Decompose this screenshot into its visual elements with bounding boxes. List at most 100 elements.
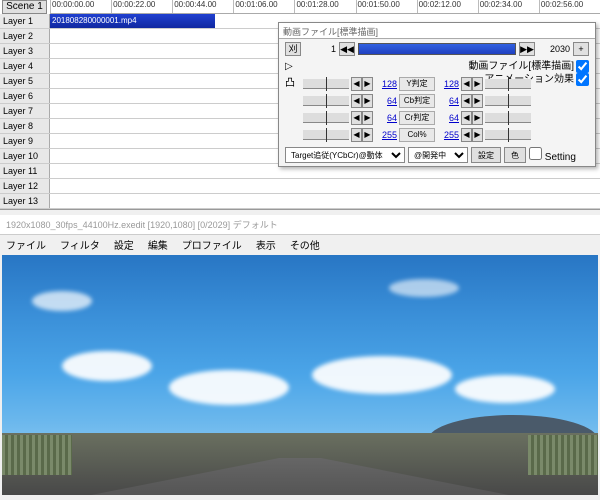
ruler-tick: 00:01:50.00	[356, 0, 417, 13]
param-slider[interactable]	[485, 113, 531, 123]
preview-menubar: ファイルフィルタ設定編集プロファイル表示その他	[0, 235, 600, 253]
param-label: Cb判定	[399, 94, 435, 108]
arrow-left-icon[interactable]: ◀	[351, 111, 362, 125]
layer-label[interactable]: Layer 1	[0, 14, 50, 28]
layer-label[interactable]: Layer 2	[0, 29, 50, 43]
menu-item[interactable]: その他	[290, 237, 320, 251]
layer-label[interactable]: Layer 11	[0, 164, 50, 178]
preview-viewport[interactable]	[2, 255, 598, 495]
cloud	[32, 291, 92, 311]
mode-select[interactable]: @開発中	[408, 147, 468, 163]
frame-index: 1	[304, 44, 336, 54]
arrow-right-icon[interactable]: ▶	[362, 94, 373, 108]
cloud	[62, 351, 152, 381]
arrow-right-icon[interactable]: ▶	[472, 77, 483, 91]
layer-label[interactable]: Layer 5	[0, 74, 50, 88]
param-value[interactable]: 64	[375, 96, 397, 106]
arrow-left-icon[interactable]: ◀	[461, 128, 472, 142]
param-label: Cr判定	[399, 111, 435, 125]
cloud	[455, 375, 555, 403]
param-label: Col%	[399, 128, 435, 142]
panel-title: 動画ファイル[標準描画]	[279, 23, 595, 39]
ruler-tick: 00:00:00.00	[50, 0, 111, 13]
ruler-tick: 00:02:56.00	[539, 0, 600, 13]
expand-icon[interactable]: ▷	[285, 61, 295, 72]
param-slider[interactable]	[485, 96, 531, 106]
check-video-file[interactable]: 動画ファイル[標準描画]	[285, 60, 589, 73]
param-slider[interactable]	[303, 96, 349, 106]
arrow-right-icon[interactable]: ▶	[472, 128, 483, 142]
cloud	[169, 370, 289, 405]
param-slider[interactable]	[303, 113, 349, 123]
arrow-left-icon[interactable]: ◀	[461, 77, 472, 91]
param-value[interactable]: 64	[375, 113, 397, 123]
param-slider[interactable]	[485, 130, 531, 140]
ruler-tick: 00:01:06.00	[233, 0, 294, 13]
arrow-right-icon[interactable]: ▶	[362, 77, 373, 91]
barrier	[2, 435, 72, 475]
ruler-tick: 00:02:12.00	[417, 0, 478, 13]
layer-label[interactable]: Layer 12	[0, 179, 50, 193]
menu-item[interactable]: フィルタ	[60, 237, 100, 251]
close-icon[interactable]: 刈	[285, 42, 301, 56]
param-slider[interactable]	[303, 79, 349, 89]
layer-label[interactable]: Layer 6	[0, 89, 50, 103]
param-value[interactable]: 255	[375, 130, 397, 140]
menu-item[interactable]: 編集	[148, 237, 168, 251]
param-value[interactable]: 128	[437, 79, 459, 89]
layer-track[interactable]	[50, 194, 600, 208]
cloud	[312, 356, 452, 394]
layer-track[interactable]	[50, 179, 600, 193]
param-value[interactable]: 64	[437, 96, 459, 106]
video-clip[interactable]: 201808280000001.mp4	[50, 14, 215, 28]
arrow-left-icon[interactable]: ◀	[461, 111, 472, 125]
rewind-icon[interactable]: ◀◀	[339, 42, 355, 56]
layer-label[interactable]: Layer 3	[0, 44, 50, 58]
arrow-right-icon[interactable]: ▶	[362, 111, 373, 125]
forward-icon[interactable]: ▶▶	[519, 42, 535, 56]
timeline-ruler[interactable]: 00:00:00.00 00:00:22.00 00:00:44.00 00:0…	[50, 0, 600, 14]
settings-button[interactable]: 設定	[471, 147, 501, 163]
menu-item[interactable]: 表示	[256, 237, 276, 251]
barrier	[528, 435, 598, 475]
arrow-left-icon[interactable]: ◀	[351, 94, 362, 108]
setting-checkbox[interactable]: Setting	[529, 147, 576, 163]
frame-slider[interactable]	[358, 43, 516, 55]
preview-window: 1920x1080_30fps_44100Hz.exedit [1920,108…	[0, 215, 600, 500]
param-value[interactable]: 128	[375, 79, 397, 89]
layer-label[interactable]: Layer 7	[0, 104, 50, 118]
layer-label[interactable]: Layer 4	[0, 59, 50, 73]
arrow-left-icon[interactable]: ◀	[351, 128, 362, 142]
menu-item[interactable]: 設定	[114, 237, 134, 251]
param-value[interactable]: 255	[437, 130, 459, 140]
param-label: Y判定	[399, 77, 435, 91]
layer-label[interactable]: Layer 10	[0, 149, 50, 163]
arrow-left-icon[interactable]: ◀	[351, 77, 362, 91]
param-value[interactable]: 64	[437, 113, 459, 123]
arrow-left-icon[interactable]: ◀	[461, 94, 472, 108]
arrow-right-icon[interactable]: ▶	[362, 128, 373, 142]
menu-item[interactable]: ファイル	[6, 237, 46, 251]
lock-icon[interactable]: 凸	[285, 74, 295, 89]
ruler-tick: 00:00:22.00	[111, 0, 172, 13]
frame-total: 2030	[538, 44, 570, 54]
target-select[interactable]: Target追従(YCbCr)@動体	[285, 147, 405, 163]
ruler-tick: 00:02:34.00	[478, 0, 539, 13]
scene-tab[interactable]: Scene 1	[2, 0, 47, 14]
cloud	[389, 279, 459, 297]
layer-label[interactable]: Layer 8	[0, 119, 50, 133]
layer-label[interactable]: Layer 9	[0, 134, 50, 148]
arrow-right-icon[interactable]: ▶	[472, 94, 483, 108]
param-slider[interactable]	[303, 130, 349, 140]
ruler-tick: 00:00:44.00	[172, 0, 233, 13]
layer-label[interactable]: Layer 13	[0, 194, 50, 208]
menu-item[interactable]: プロファイル	[182, 237, 242, 251]
ruler-tick: 00:01:28.00	[294, 0, 355, 13]
road	[2, 433, 598, 495]
param-slider[interactable]	[485, 79, 531, 89]
preview-title: 1920x1080_30fps_44100Hz.exedit [1920,108…	[0, 215, 600, 235]
color-button[interactable]: 色	[504, 147, 526, 163]
effect-panel: 動画ファイル[標準描画] 刈 1 ◀◀ ▶▶ 2030 + ▷ 凸 動画ファイル…	[278, 22, 596, 167]
plus-icon[interactable]: +	[573, 42, 589, 56]
arrow-right-icon[interactable]: ▶	[472, 111, 483, 125]
